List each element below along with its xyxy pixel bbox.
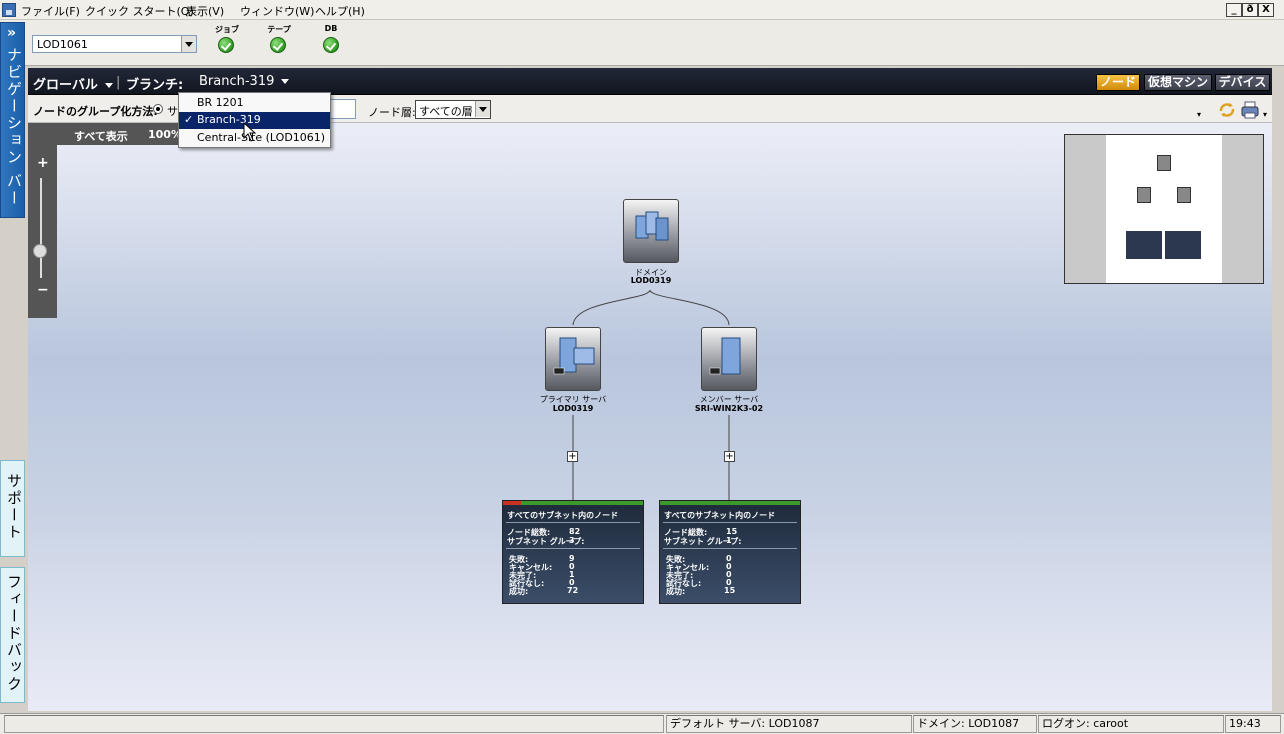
expand-button[interactable]: + [724, 451, 735, 462]
status-pane-empty [4, 715, 664, 733]
primary-server-icon [553, 337, 595, 375]
domain-servers-icon [635, 211, 669, 241]
success-label: 成功: [509, 587, 529, 596]
success-label: 成功: [666, 587, 686, 596]
success-value: 15 [724, 586, 736, 595]
check-icon: ✓ [184, 113, 194, 126]
card-divider [506, 522, 640, 523]
logon-status: ログオン: caroot [1038, 715, 1224, 733]
primary-server-type-label: プライマリ サーバ [539, 395, 607, 404]
groups-value: 1 [726, 536, 732, 545]
mouse-cursor-icon [243, 122, 257, 142]
success-value: 72 [567, 586, 579, 595]
total-value: 15 [726, 527, 738, 536]
domain-name-label: LOD0319 [630, 276, 672, 285]
primary-server-node[interactable] [545, 327, 601, 391]
card-divider [663, 548, 797, 549]
card-failed-indicator [503, 501, 521, 505]
member-server-node[interactable] [701, 327, 757, 391]
expand-button[interactable]: + [567, 451, 578, 462]
total-value: 82 [569, 527, 581, 536]
member-server-icon [709, 337, 741, 375]
subnet-summary-card[interactable]: すべてのサブネット内のノード ノード総数: 82 サブネット グループ: 3 失… [502, 500, 644, 604]
card-divider [506, 548, 640, 549]
branch-option-br1201[interactable]: BR 1201 [179, 95, 330, 112]
primary-server-name-label: LOD0319 [552, 404, 594, 413]
domain-status: ドメイン: LOD1087 [913, 715, 1037, 733]
default-server-status: デフォルト サーバ: LOD1087 [666, 715, 912, 733]
domain-node[interactable] [623, 199, 679, 263]
member-server-name-label: SRI-WIN2K3-02 [694, 404, 764, 413]
groups-value: 3 [569, 536, 575, 545]
member-server-type-label: メンバー サーバ [699, 395, 759, 404]
subnet-summary-card[interactable]: すべてのサブネット内のノード ノード総数: 15 サブネット グループ: 1 失… [659, 500, 801, 604]
card-title: すべてのサブネット内のノード [507, 511, 619, 520]
card-status-strip [660, 501, 800, 505]
card-status-strip [503, 501, 643, 505]
card-divider [663, 522, 797, 523]
card-title: すべてのサブネット内のノード [664, 511, 776, 520]
clock-status: 19:43 [1225, 715, 1281, 733]
